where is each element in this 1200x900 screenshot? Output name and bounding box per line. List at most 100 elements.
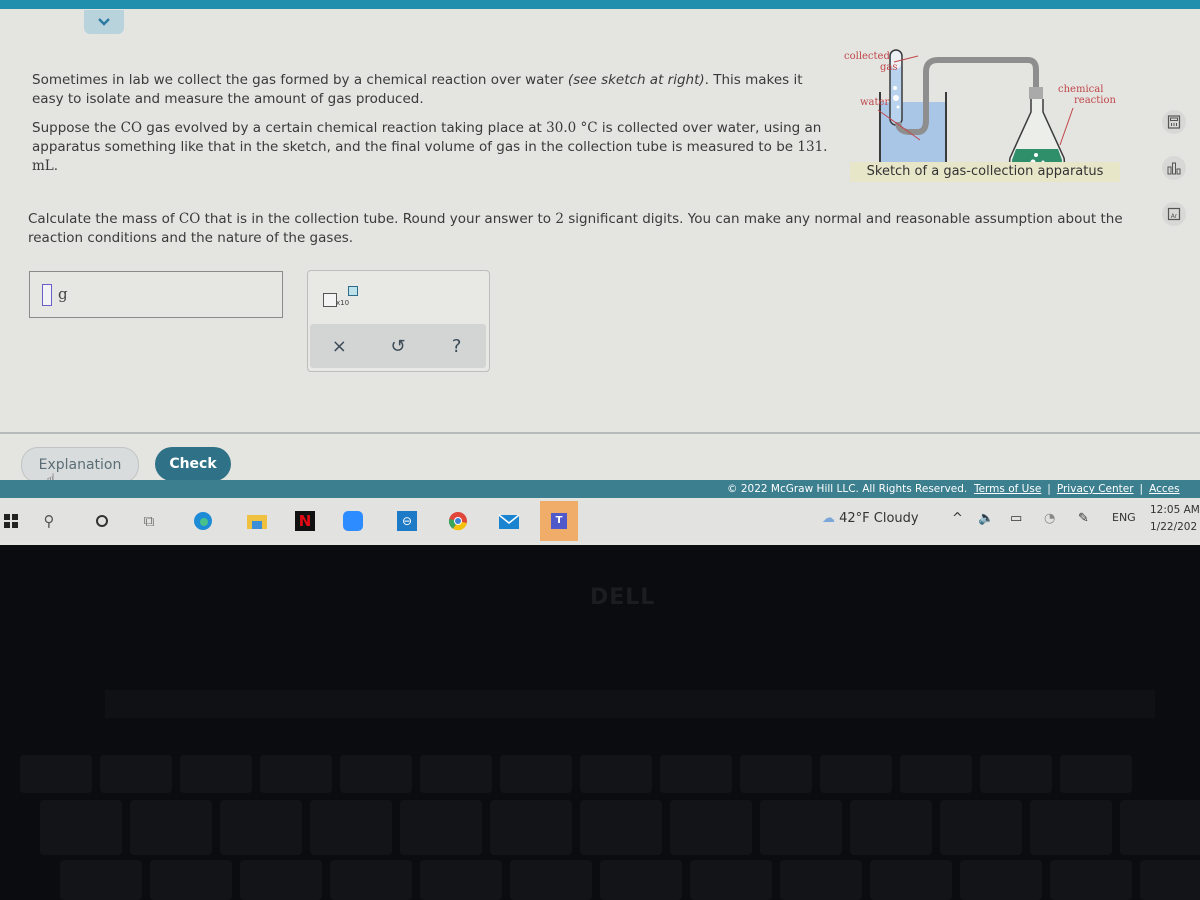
calculator-button[interactable] xyxy=(1162,110,1186,134)
data-button[interactable] xyxy=(1162,156,1186,180)
clock[interactable]: 12:05 AM 1/22/202 xyxy=(1150,502,1200,536)
svg-text:Ar: Ar xyxy=(1171,213,1178,220)
keyboard-key xyxy=(130,800,212,855)
keyboard-key xyxy=(760,800,842,855)
scientific-notation-button[interactable]: x10 xyxy=(323,286,363,310)
water-label: water xyxy=(860,97,890,108)
mantissa-box-icon xyxy=(323,293,337,307)
action-row: × ↺ ? xyxy=(310,324,486,368)
keyboard-key xyxy=(500,755,572,793)
weather-text: 42°F Cloudy xyxy=(839,511,919,526)
keyboard-key xyxy=(670,800,752,855)
edge-icon xyxy=(194,512,212,530)
teams-icon: T xyxy=(551,513,567,529)
keyboard-key xyxy=(1030,800,1112,855)
keyboard-key xyxy=(490,800,572,855)
keyboard-key xyxy=(900,755,972,793)
weather-widget[interactable]: ☁ 42°F Cloudy xyxy=(822,511,919,526)
battery-icon: ▭ xyxy=(1010,511,1023,526)
show-hidden-icons-button[interactable]: ^ xyxy=(952,511,963,526)
folder-icon xyxy=(247,515,267,529)
explanation-button[interactable]: Explanation xyxy=(21,447,139,483)
keyboard-key xyxy=(940,800,1022,855)
scenario-text-end: . xyxy=(53,157,59,174)
scenario-paragraph: Suppose the CO gas evolved by a certain … xyxy=(32,119,832,176)
keyboard-key xyxy=(400,800,482,855)
battery-button[interactable]: ▭ xyxy=(1010,511,1022,526)
netflix-button[interactable]: N xyxy=(294,510,316,532)
calculator-icon xyxy=(1167,115,1181,129)
volume-button[interactable]: 🔈 xyxy=(978,511,994,526)
task-view-icon: ⧉ xyxy=(143,512,155,530)
stopper xyxy=(1029,87,1043,99)
chrome-button[interactable] xyxy=(447,510,469,532)
date-text: 1/22/202 xyxy=(1150,521,1198,533)
keyboard-key xyxy=(420,860,502,900)
teams-button[interactable]: T xyxy=(540,501,578,541)
keyboard-key xyxy=(980,755,1052,793)
collapse-toggle[interactable] xyxy=(84,10,124,34)
undo-button[interactable]: ↺ xyxy=(383,336,413,357)
sig-digits-value: 2 xyxy=(555,210,564,227)
keyboard-key xyxy=(580,755,652,793)
answer-input[interactable] xyxy=(42,284,52,306)
help-button[interactable]: ? xyxy=(442,336,472,357)
app-icon: ⊖ xyxy=(397,511,417,531)
file-explorer-button[interactable] xyxy=(246,510,268,532)
keyboard-key xyxy=(100,755,172,793)
pen-button[interactable]: ✎ xyxy=(1078,511,1089,526)
mail-button[interactable] xyxy=(498,510,520,532)
keyboard-key xyxy=(660,755,732,793)
chevron-up-icon: ^ xyxy=(952,511,963,526)
privacy-link[interactable]: Privacy Center xyxy=(1057,483,1134,495)
divider xyxy=(0,432,1200,434)
circle-icon xyxy=(96,515,108,527)
mail-icon xyxy=(499,514,519,529)
keyboard-key xyxy=(820,755,892,793)
periodic-table-button[interactable]: Ar xyxy=(1162,202,1186,226)
keyboard-key xyxy=(740,755,812,793)
keyboard-key xyxy=(180,755,252,793)
check-button[interactable]: Check xyxy=(155,447,231,481)
gas-formula: CO xyxy=(120,119,143,136)
keyboard-key xyxy=(340,755,412,793)
language-button[interactable]: ENG xyxy=(1112,511,1136,524)
intro-paragraph: Sometimes in lab we collect the gas form… xyxy=(32,71,832,109)
time-text: 12:05 AM xyxy=(1150,504,1200,516)
keyboard-key xyxy=(870,860,952,900)
keyboard-key xyxy=(310,800,392,855)
app-button[interactable]: ⊖ xyxy=(396,510,418,532)
pen-icon: ✎ xyxy=(1078,511,1089,526)
top-bar xyxy=(0,0,1200,9)
keyboard-key xyxy=(60,860,142,900)
edge-button[interactable] xyxy=(192,510,214,532)
keyboard-key xyxy=(600,860,682,900)
intro-text: Sometimes in lab we collect the gas form… xyxy=(32,71,568,88)
clear-button[interactable]: × xyxy=(324,336,354,357)
keyboard-key xyxy=(960,860,1042,900)
windows-icon xyxy=(4,514,18,528)
taskbar: ⚲ ⧉ N ⊖ T ☁ 42°F Cloudy ^ 🔈 ▭ ◔ ✎ ENG 12… xyxy=(0,500,1200,542)
speaker-icon: 🔈 xyxy=(978,511,995,526)
dell-logo: DELL xyxy=(590,585,656,610)
chevron-down-icon xyxy=(98,18,110,26)
terms-link[interactable]: Terms of Use xyxy=(974,483,1041,495)
reaction-label: reaction xyxy=(1074,95,1116,106)
accessibility-link[interactable]: Acces xyxy=(1149,483,1179,495)
task-view-button[interactable]: ⧉ xyxy=(138,510,160,532)
unit-label: g xyxy=(58,285,68,303)
keyboard-key xyxy=(1120,800,1200,855)
answer-field[interactable]: g xyxy=(29,271,283,318)
temperature-value: 30.0 °C xyxy=(546,119,598,136)
keyboard-key xyxy=(690,860,772,900)
netflix-icon: N xyxy=(295,511,315,531)
copyright-text: © 2022 McGraw Hill LLC. All Rights Reser… xyxy=(727,483,968,495)
keyboard-key xyxy=(220,800,302,855)
gas-label: gas xyxy=(880,62,898,73)
start-button[interactable] xyxy=(0,510,22,532)
wifi-button[interactable]: ◔ xyxy=(1044,511,1055,526)
zoom-button[interactable] xyxy=(342,510,364,532)
cortana-button[interactable] xyxy=(91,510,113,532)
search-button[interactable]: ⚲ xyxy=(38,510,60,532)
exponent-box-icon xyxy=(348,286,358,296)
